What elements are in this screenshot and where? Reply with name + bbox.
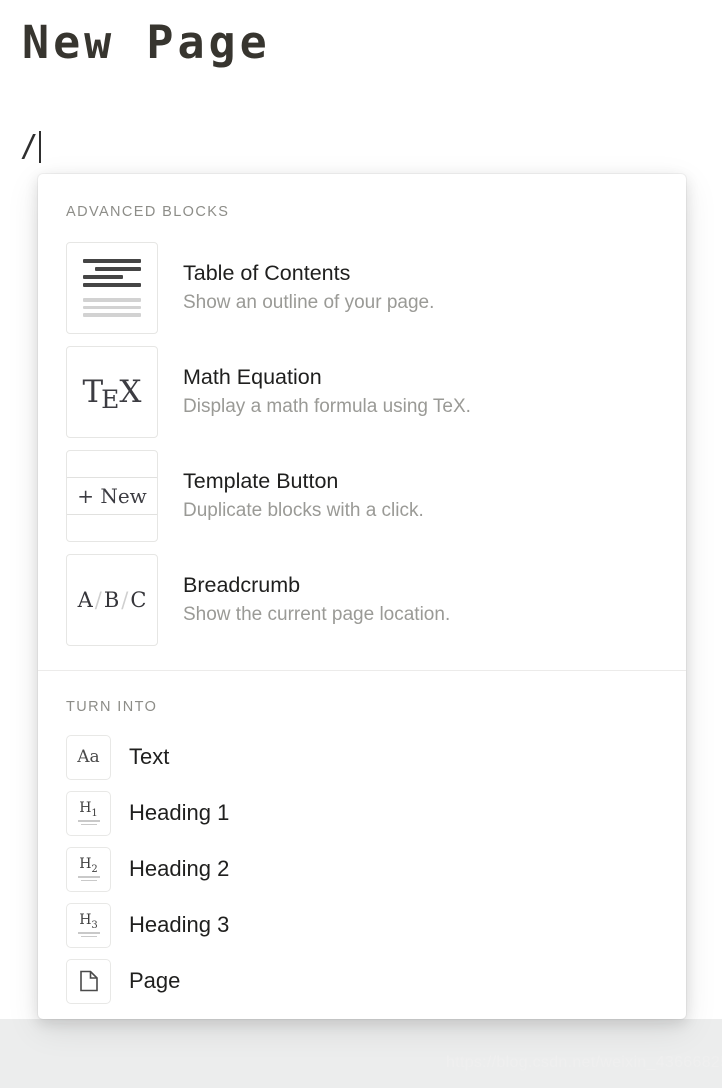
menu-item-description: Display a math formula using TeX. [183, 396, 471, 418]
page-document-icon [66, 958, 111, 1004]
new-template-button-icon-label: + New [67, 477, 157, 515]
text-caret [39, 131, 42, 163]
heading-3-icon: H3 [66, 902, 111, 948]
heading-2-icon: H2 [66, 846, 111, 892]
menu-item-description: Show the current page location. [183, 604, 451, 626]
table-of-contents-icon [66, 242, 158, 334]
menu-item-heading-1[interactable]: H1 Heading 1 [38, 785, 686, 841]
menu-item-text-group: Template Button Duplicate blocks with a … [183, 468, 424, 524]
page-title[interactable]: New Page [22, 16, 271, 69]
menu-item-math-equation[interactable]: TEX Math Equation Display a math formula… [38, 340, 686, 444]
editor-block-line[interactable]: / [20, 128, 42, 166]
menu-item-label: Heading 2 [129, 856, 230, 881]
typed-slash-text: / [20, 129, 39, 164]
menu-item-text-group: Breadcrumb Show the current page locatio… [183, 572, 450, 628]
menu-item-text-group: Math Equation Display a math formula usi… [183, 364, 471, 420]
text-aa-icon-label: Aa [77, 746, 100, 767]
menu-item-title: Breadcrumb [183, 573, 301, 598]
menu-item-label: Heading 1 [129, 800, 230, 825]
menu-item-label: Page [129, 968, 181, 993]
tex-logo-icon: TEX [66, 346, 158, 438]
menu-item-breadcrumb[interactable]: A/B/C Breadcrumb Show the current page l… [38, 548, 686, 652]
heading-1-icon: H1 [66, 790, 111, 836]
breadcrumb-abc-icon: A/B/C [66, 554, 158, 646]
section-header-turn-into: TURN INTO [66, 699, 158, 715]
new-template-button-icon: + New [66, 450, 158, 542]
menu-item-title: Template Button [183, 469, 339, 494]
turn-into-section: TURN INTO Aa Text H1 Heading 1 H2 Headin… [38, 671, 686, 1009]
menu-item-description: Show an outline of your page. [183, 292, 435, 314]
menu-item-heading-3[interactable]: H3 Heading 3 [38, 897, 686, 953]
menu-item-table-of-contents[interactable]: Table of Contents Show an outline of you… [38, 236, 686, 340]
menu-item-text[interactable]: Aa Text [38, 729, 686, 785]
section-header-advanced-blocks: ADVANCED BLOCKS [66, 204, 230, 220]
menu-item-label: Heading 3 [129, 912, 230, 937]
menu-item-label: Text [129, 744, 170, 769]
menu-item-title: Table of Contents [183, 261, 351, 286]
menu-item-description: Duplicate blocks with a click. [183, 500, 424, 522]
text-aa-icon: Aa [66, 734, 111, 780]
menu-item-template-button[interactable]: + New Template Button Duplicate blocks w… [38, 444, 686, 548]
menu-item-heading-2[interactable]: H2 Heading 2 [38, 841, 686, 897]
watermark-url: https://blog.csdn.net/weixin_43666825 [446, 1054, 722, 1071]
menu-item-title: Math Equation [183, 365, 322, 390]
advanced-blocks-section: ADVANCED BLOCKS Table of Contents Show a… [38, 174, 686, 671]
menu-item-text-group: Table of Contents Show an outline of you… [183, 260, 434, 316]
menu-item-page[interactable]: Page [38, 953, 686, 1009]
slash-command-menu[interactable]: ADVANCED BLOCKS Table of Contents Show a… [38, 174, 686, 1019]
